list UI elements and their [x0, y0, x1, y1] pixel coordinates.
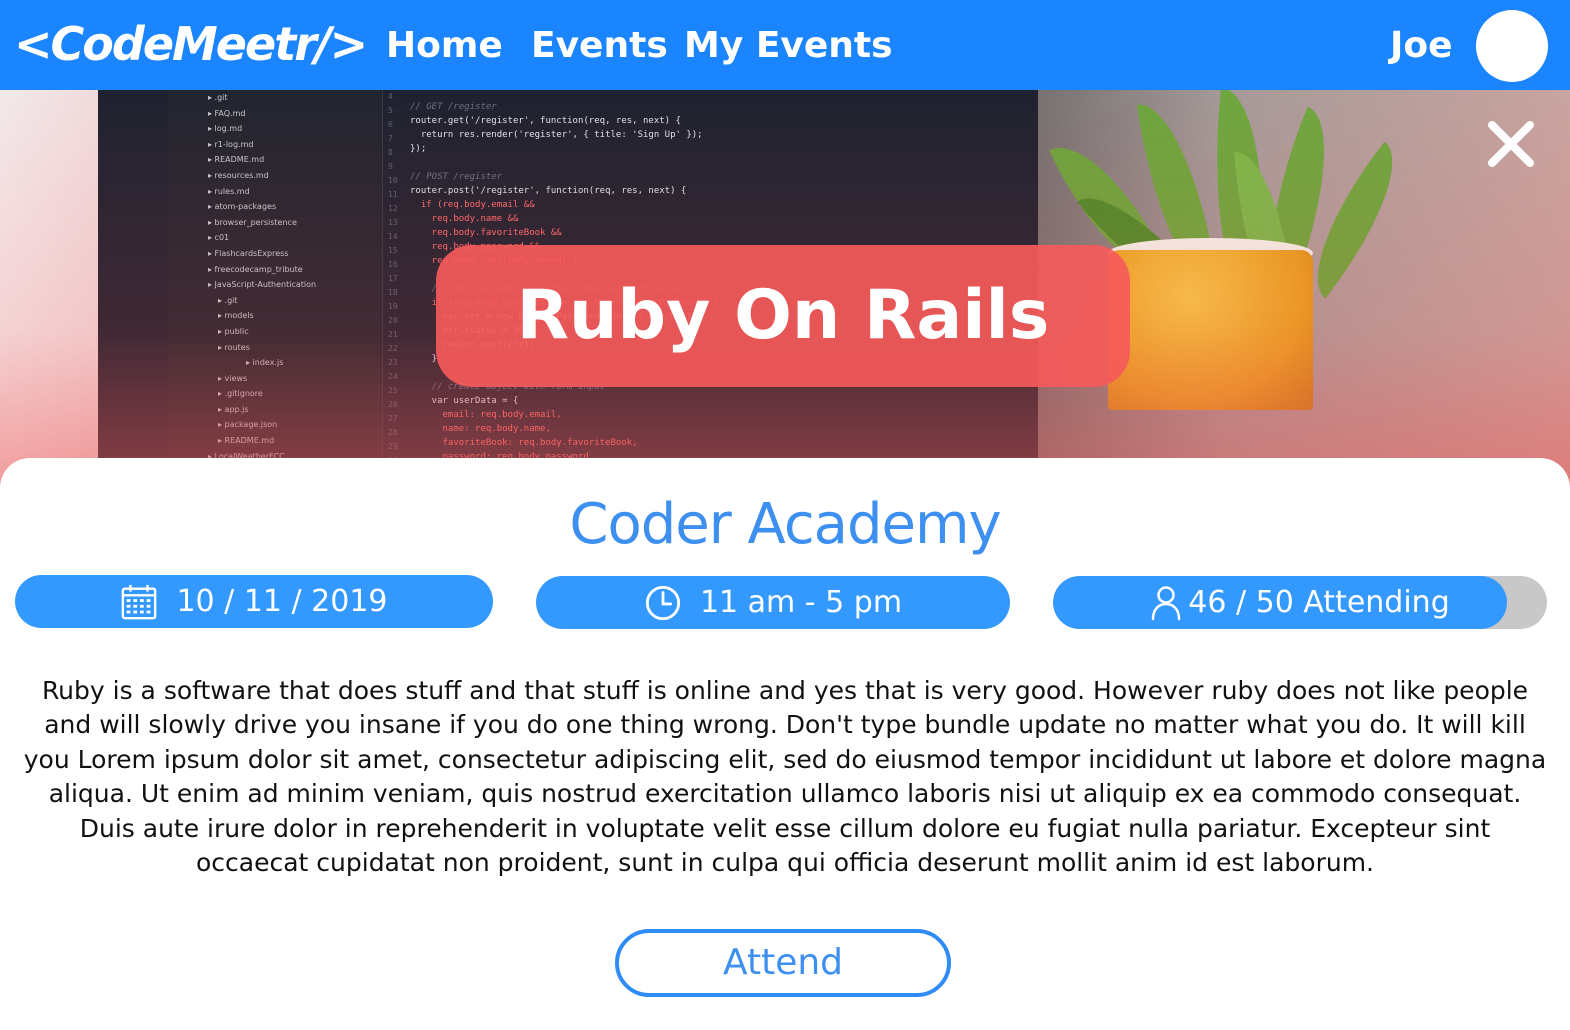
user-icon: [1152, 585, 1181, 620]
nav-link-home[interactable]: Home: [386, 24, 503, 68]
logo[interactable]: <CodeMeetr/>: [14, 16, 368, 72]
attendance-pill: 46 / 50 Attending: [1053, 576, 1547, 629]
nav-link-events[interactable]: Events: [531, 24, 668, 68]
avatar[interactable]: [1476, 10, 1548, 82]
nav-link-my-events[interactable]: My Events: [684, 24, 893, 68]
close-button[interactable]: [1482, 115, 1540, 173]
time-pill: 11 am - 5 pm: [536, 576, 1010, 629]
close-icon: [1488, 121, 1534, 167]
attend-button[interactable]: Attend: [615, 929, 951, 997]
user-name[interactable]: Joe: [1390, 24, 1453, 68]
event-time: 11 am - 5 pm: [699, 585, 903, 620]
date-pill: 10 / 11 / 2019: [15, 575, 493, 628]
event-description: Ruby is a software that does stuff and t…: [23, 676, 1547, 878]
event-date: 10 / 11 / 2019: [176, 584, 388, 619]
event-title: Ruby On Rails: [516, 276, 1050, 355]
navbar: <CodeMeetr/> Home Events My Events Joe: [0, 0, 1570, 90]
event-title-banner: Ruby On Rails: [436, 245, 1130, 387]
attendance-count: 46 / 50 Attending: [1188, 585, 1450, 620]
clock-icon: [645, 585, 681, 620]
organizer-name: Coder Academy: [569, 492, 1001, 557]
calendar-icon: [122, 584, 157, 619]
